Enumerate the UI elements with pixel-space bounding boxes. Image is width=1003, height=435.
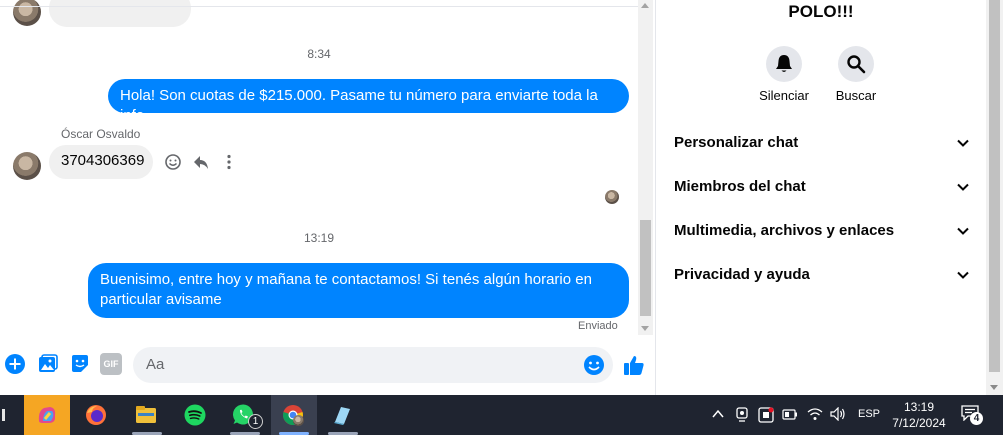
firefox-icon xyxy=(86,405,106,425)
scrollbar-thumb[interactable] xyxy=(640,220,651,316)
read-receipt-avatar xyxy=(605,190,619,204)
conversation-info-panel: POLO!!! Silenciar Buscar Personalizar ch… xyxy=(656,0,986,395)
file-explorer-taskbar-button[interactable] xyxy=(124,395,170,435)
language-label: ESP xyxy=(858,408,881,420)
scrollbar-thumb[interactable] xyxy=(989,0,1000,372)
notification-center-button[interactable]: 4 xyxy=(960,403,984,427)
chevron-down-icon xyxy=(957,227,969,235)
badge-count: 1 xyxy=(252,416,259,427)
message-text-line: Buenisimo, entre hoy y mañana te contact… xyxy=(100,271,592,288)
taskbar-edge xyxy=(2,409,5,421)
message-input[interactable]: Aa xyxy=(133,347,613,383)
avatar[interactable] xyxy=(13,0,41,26)
mute-label: Silenciar xyxy=(759,88,809,103)
file-explorer-icon xyxy=(136,406,156,423)
messenger-window: 8:34 Hola! Son cuotas de $215.000. Pasam… xyxy=(0,0,1003,435)
previous-message-bubble[interactable] xyxy=(49,0,191,27)
header-divider xyxy=(0,6,638,7)
search-label: Buscar xyxy=(835,88,877,103)
chat-thread: 8:34 Hola! Son cuotas de $215.000. Pasam… xyxy=(0,0,638,335)
spotify-icon xyxy=(184,404,206,426)
section-label: Miembros del chat xyxy=(674,178,806,195)
clock-date: 7/12/2024 xyxy=(892,416,946,430)
mute-button[interactable] xyxy=(766,46,802,82)
scroll-up-arrow[interactable] xyxy=(641,3,649,8)
scroll-down-arrow[interactable] xyxy=(641,326,649,331)
like-icon[interactable] xyxy=(623,354,645,376)
notepad-taskbar-button[interactable] xyxy=(320,395,366,435)
gif-label: GIF xyxy=(103,359,119,369)
emoji-icon[interactable] xyxy=(583,354,605,376)
chevron-up-icon[interactable] xyxy=(712,409,724,419)
section-label: Multimedia, archivos y enlaces xyxy=(674,222,895,239)
bell-icon xyxy=(776,55,792,72)
chat-scrollbar[interactable] xyxy=(638,0,653,335)
section-chat-members[interactable]: Miembros del chat xyxy=(674,178,974,202)
firefox-taskbar-button[interactable] xyxy=(74,395,120,435)
clock[interactable]: 13:19 7/12/2024 xyxy=(886,399,952,435)
message-text: 3704306369 xyxy=(61,152,145,169)
avatar[interactable] xyxy=(13,152,41,180)
chevron-down-icon xyxy=(957,183,969,191)
battery-icon[interactable] xyxy=(782,409,798,420)
copilot-icon xyxy=(38,407,56,423)
outgoing-message[interactable]: Hola! Son cuotas de $215.000. Pasame tu … xyxy=(108,79,629,124)
search-button[interactable] xyxy=(838,46,874,82)
panel-scrollbar[interactable] xyxy=(986,0,1003,395)
notepad-icon xyxy=(334,407,350,425)
incoming-message[interactable]: 3704306369 xyxy=(49,145,153,179)
chevron-down-icon xyxy=(957,139,969,147)
section-media-files-links[interactable]: Multimedia, archivos y enlaces xyxy=(674,222,974,246)
windows-taskbar: 1 ESP 13:19 7/12/2024 4 xyxy=(0,395,1003,435)
whatsapp-taskbar-button[interactable]: 1 xyxy=(222,395,268,435)
clock-time: 13:19 xyxy=(903,400,935,414)
message-text-line: particular avisame xyxy=(100,291,222,308)
section-label: Personalizar chat xyxy=(674,134,799,151)
message-text: Hola! Son cuotas de $215.000. Pasame tu … xyxy=(120,87,598,124)
photo-icon[interactable] xyxy=(37,353,59,375)
delivery-status: Enviado xyxy=(578,320,618,332)
section-label: Privacidad y ayuda xyxy=(674,266,810,283)
wifi-icon[interactable] xyxy=(807,407,823,421)
chevron-down-icon xyxy=(957,271,969,279)
chrome-profile-avatar xyxy=(293,415,304,426)
notification-count: 4 xyxy=(973,413,980,424)
timestamp: 8:34 xyxy=(307,47,331,61)
smiley-icon[interactable] xyxy=(164,153,182,171)
notification-badge: 1 xyxy=(248,414,263,429)
scroll-down-arrow[interactable] xyxy=(990,385,998,390)
notification-count-badge: 4 xyxy=(970,412,983,425)
message-composer: GIF Aa xyxy=(0,335,655,395)
webcam-icon[interactable] xyxy=(735,407,749,423)
security-icon[interactable] xyxy=(758,407,774,423)
conversation-title: POLO!!! xyxy=(788,2,854,21)
section-customize-chat[interactable]: Personalizar chat xyxy=(674,134,974,158)
outgoing-message[interactable]: Buenisimo, entre hoy y mañana te contact… xyxy=(88,263,629,318)
more-icon[interactable] xyxy=(220,153,238,171)
spotify-taskbar-button[interactable] xyxy=(173,395,219,435)
volume-icon[interactable] xyxy=(830,407,846,421)
chrome-taskbar-button[interactable] xyxy=(271,395,317,435)
gif-icon[interactable]: GIF xyxy=(100,353,122,375)
search-icon xyxy=(847,55,866,74)
plus-icon[interactable] xyxy=(4,353,26,375)
copilot-taskbar-button[interactable] xyxy=(24,395,70,435)
sticker-icon[interactable] xyxy=(69,353,91,375)
reply-icon[interactable] xyxy=(192,153,210,171)
section-privacy-help[interactable]: Privacidad y ayuda xyxy=(674,266,974,290)
message-input-placeholder: Aa xyxy=(146,356,165,373)
sender-name: Óscar Osvaldo xyxy=(61,127,141,141)
timestamp: 13:19 xyxy=(303,231,335,245)
input-language[interactable]: ESP xyxy=(858,408,880,435)
